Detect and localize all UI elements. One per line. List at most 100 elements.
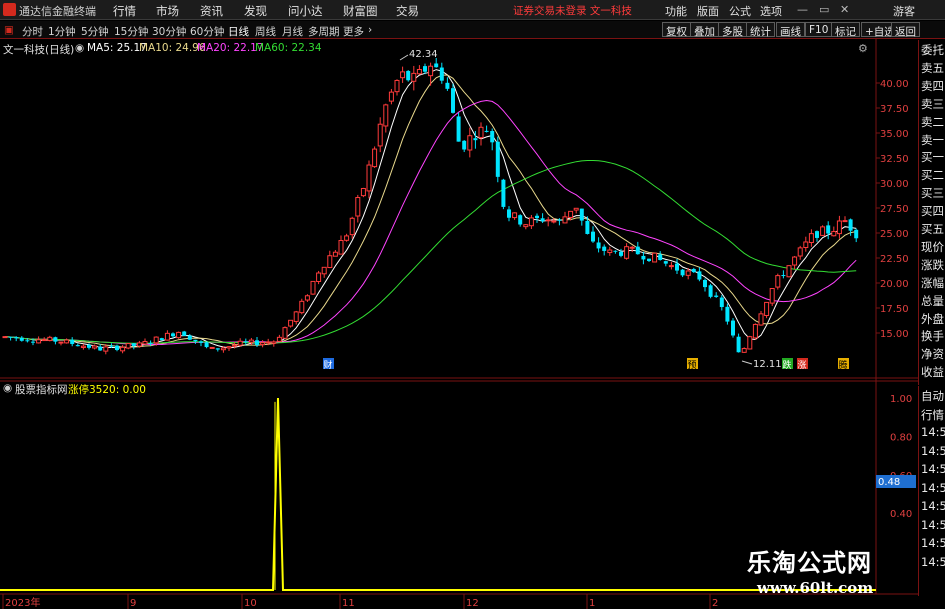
candle-body: [685, 270, 691, 276]
quote-panel-item[interactable]: 涨跌: [921, 257, 945, 273]
candle-body: [176, 331, 182, 339]
candle-body: [741, 348, 747, 353]
candle-body: [349, 217, 355, 236]
candle-body: [131, 343, 136, 346]
toolbar-icon[interactable]: ▣: [4, 24, 14, 36]
price-axis-label: 22.50: [880, 254, 909, 265]
quote-panel-item[interactable]: 总量: [921, 293, 945, 309]
candle-body: [764, 301, 770, 317]
back-button[interactable]: 返回: [891, 22, 920, 38]
candle-body: [423, 66, 427, 72]
candle-body: [193, 339, 198, 342]
candle-body: [675, 263, 679, 271]
kline-chart[interactable]: 40.00 37.50 35.00 32.50 30.00 27.50 25.00 22.50…: [0, 39, 918, 609]
quote-panel-item[interactable]: 卖二: [921, 114, 945, 130]
event-marker-label: 财: [324, 359, 333, 371]
candle-body: [293, 311, 299, 322]
quote-panel-item[interactable]: 卖五: [921, 60, 945, 76]
period-more[interactable]: 更多: [343, 24, 364, 39]
quote-panel-item[interactable]: 卖四: [921, 78, 945, 94]
period-weekly[interactable]: 周线: [255, 24, 276, 39]
candle-body: [377, 123, 383, 147]
candle-body: [545, 219, 551, 222]
candle-body: [237, 340, 243, 346]
mark-button[interactable]: 标记: [831, 22, 860, 38]
menu-item-function[interactable]: 功能: [665, 3, 687, 19]
candle-body: [36, 339, 42, 344]
menu-item-layout[interactable]: 版面: [697, 3, 719, 19]
more-arrow-icon[interactable]: ›: [368, 24, 372, 36]
quote-panel-item[interactable]: 净资: [921, 346, 945, 362]
candle-body: [619, 251, 623, 256]
adjust-button[interactable]: 复权: [662, 22, 691, 38]
candle-body: [2, 336, 8, 339]
quote-panel-item[interactable]: 涨幅: [921, 275, 945, 291]
candle-body: [786, 265, 792, 278]
tick-panel-item: 14:50: [921, 480, 945, 495]
candle-body: [75, 345, 80, 347]
quote-panel-item[interactable]: 买一: [921, 149, 945, 165]
multi-stock-button[interactable]: 多股: [718, 22, 747, 38]
period-intraday[interactable]: 分时: [22, 24, 43, 39]
quote-panel-item[interactable]: 委托: [921, 42, 945, 58]
candle-body: [540, 218, 545, 222]
candle-body: [523, 224, 529, 228]
quote-panel-item[interactable]: 换手: [921, 328, 945, 344]
quote-panel-item[interactable]: 买四: [921, 203, 945, 219]
time-axis-label: 1: [589, 598, 595, 609]
quote-panel-item[interactable]: 买五: [921, 221, 945, 237]
statistics-button[interactable]: 统计: [746, 22, 775, 38]
minimize-icon[interactable]: —: [797, 3, 808, 16]
period-60min[interactable]: 60分钟: [190, 24, 224, 39]
menu-item-quotes[interactable]: 行情: [113, 3, 136, 19]
draw-line-button[interactable]: 画线: [776, 22, 805, 38]
f10-button[interactable]: F10: [805, 22, 833, 37]
candle-body: [276, 336, 282, 342]
menu-item-trade[interactable]: 交易: [396, 3, 419, 19]
candle-body: [663, 261, 668, 264]
overlay-button[interactable]: 叠加: [690, 22, 719, 38]
quote-panel-item[interactable]: 外盘: [921, 311, 945, 327]
quote-panel-item[interactable]: 买三: [921, 185, 945, 201]
period-monthly[interactable]: 月线: [282, 24, 303, 39]
candle-body: [248, 339, 254, 343]
menu-item-fortune[interactable]: 财富圈: [343, 3, 378, 19]
period-15min[interactable]: 15分钟: [114, 24, 148, 39]
tick-panel-item: 14:50: [921, 554, 945, 569]
time-axis-label: 2023年: [5, 596, 40, 609]
tick-panel-item: 14:50: [921, 425, 945, 439]
menu-item-formula[interactable]: 公式: [729, 3, 751, 19]
candle-body: [80, 345, 86, 348]
price-axis-label: 37.50: [880, 104, 909, 115]
candle-body: [355, 197, 361, 217]
quote-side-panel: 委托卖五卖四卖三卖二卖一 买一买二买三买四买五现价涨跌涨幅总量外盘 换手净资收益: [918, 40, 945, 385]
period-daily[interactable]: 日线: [228, 24, 249, 39]
quote-panel-item[interactable]: 现价: [921, 239, 945, 255]
candle-body: [451, 88, 455, 113]
quote-panel-item[interactable]: 收益: [921, 364, 945, 380]
candle-body: [624, 246, 630, 259]
low-label: 12.11: [753, 359, 782, 370]
period-30min[interactable]: 30分钟: [152, 24, 186, 39]
menu-item-discover[interactable]: 发现: [244, 3, 267, 19]
restore-icon[interactable]: ▭: [819, 3, 829, 16]
quote-panel-item[interactable]: 卖三: [921, 96, 945, 112]
tick-panel-item: 14:50: [921, 499, 945, 513]
quote-panel-item[interactable]: 卖一: [921, 132, 945, 148]
candle-body: [215, 348, 220, 350]
period-5min[interactable]: 5分钟: [81, 24, 109, 39]
menu-item-news[interactable]: 资讯: [200, 3, 223, 19]
period-multi[interactable]: 多周期: [308, 24, 340, 39]
candle-body: [557, 219, 562, 221]
event-marker-label: 腾: [839, 359, 848, 371]
guest-button[interactable]: 游客: [893, 3, 915, 19]
quote-panel-item[interactable]: 买二: [921, 167, 945, 183]
candle-body: [41, 339, 47, 342]
candle-body: [288, 319, 294, 327]
close-icon[interactable]: ✕: [840, 3, 849, 16]
period-1min[interactable]: 1分钟: [48, 24, 76, 39]
event-marker-label: 跌: [783, 360, 792, 371]
menu-item-options[interactable]: 选项: [760, 3, 782, 19]
menu-item-ask[interactable]: 问小达: [288, 3, 323, 19]
menu-item-market[interactable]: 市场: [156, 3, 179, 19]
